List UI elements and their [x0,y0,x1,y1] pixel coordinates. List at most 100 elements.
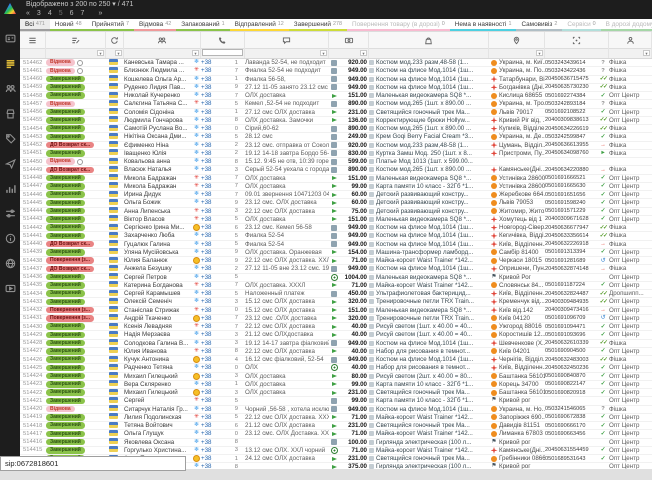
ttn-number[interactable]: 20400309484935 [545,299,597,305]
ttn-number[interactable]: 0501690904500 [545,348,597,354]
status-badge[interactable]: Завершений [46,447,85,454]
ttn-number[interactable]: 0501691666521 [545,175,597,181]
status-badge[interactable]: Завершений [46,109,85,116]
client-name[interactable]: Лилия Подолинская [124,414,192,421]
ttn-number[interactable]: 20450635730230 [545,84,597,90]
status-badge[interactable]: Завершений [46,290,85,297]
status-badge[interactable]: Завершений [46,175,85,182]
client-phone[interactable]: +38 [201,241,219,248]
status-badge[interactable]: Завершений [46,381,85,388]
col-region[interactable] [489,32,545,50]
client-phone[interactable]: +38 [201,142,219,149]
client-phone[interactable]: +38 [201,191,219,198]
client-phone[interactable]: +38 [201,216,219,223]
status-badge[interactable]: Відмова [46,68,75,75]
client-name[interactable]: Юлия Иванова [124,348,192,355]
tab-Нема в наявності[interactable]: Нема в наявності1 [450,19,517,31]
ttn-number[interactable]: 20400309838613 [545,117,597,123]
client-phone[interactable]: +38 [201,117,219,124]
client-phone[interactable]: +38 [201,175,219,182]
status-badge[interactable]: ДО Возврат ск... [46,167,94,174]
status-badge[interactable]: Завершений [46,76,85,83]
globe-icon[interactable] [0,251,20,276]
status-badge[interactable]: Повернення (з... [46,315,94,322]
client-phone[interactable]: +38 [201,208,219,215]
client-name[interactable]: Людмила Гончарова [124,117,192,124]
status-badge[interactable]: Завершений [46,249,85,256]
ttn-number[interactable]: 0501691665630 [545,183,597,189]
tab-Сервіси[interactable]: Сервіси0 [562,19,600,31]
status-badge[interactable]: Завершений [46,200,85,207]
ttn-number[interactable]: 20450634098760 [545,150,597,156]
client-phone[interactable]: +38 [201,274,219,281]
client-phone[interactable]: +38 [201,356,219,363]
client-name[interactable]: Сергей Петров [124,274,192,281]
col-status[interactable] [46,32,106,50]
status-badge[interactable]: Завершений [46,282,85,289]
source-filter-dropdown[interactable]: ▾ [643,50,650,56]
status-badge[interactable]: Завершений [46,299,85,306]
status-badge[interactable]: Повернення (з... [46,307,94,314]
ttn-number[interactable]: 20450636715475 [545,76,597,82]
ttn-number[interactable]: 0501691313394 [545,249,597,255]
client-name[interactable]: Віктор Власов [124,216,192,223]
send-icon[interactable] [0,151,20,176]
client-phone[interactable]: +38 [201,67,219,74]
client-name[interactable]: Власюк Наталья [124,166,192,173]
status-badge[interactable]: Завершений [46,365,85,372]
client-phone[interactable]: +38 [201,422,219,429]
client-name[interactable]: Гуцалюк Галина [124,241,192,248]
client-phone[interactable]: +38 [201,381,219,388]
client-name[interactable]: Вера Скляренко [124,381,192,388]
status-filter-dropdown[interactable]: ▾ [97,50,104,56]
ttn-number[interactable]: 0501691187224 [545,282,597,288]
ttn-number[interactable]: 0501692274384 [545,93,597,99]
status-badge[interactable]: ДО Возврат ск... [46,142,94,149]
ttn-number[interactable]: 20400309671628 [545,216,597,222]
client-name[interactable]: Катерина Богданова [124,282,192,289]
ttn-number[interactable]: 0503242893184 [545,101,597,107]
client-phone[interactable]: +38 [201,166,219,173]
status-badge[interactable]: Завершений [46,84,85,91]
tab-Новий[interactable]: Новий48 [50,19,87,31]
info-icon[interactable] [0,226,20,251]
client-name[interactable]: Андрій Ткаченко [124,315,192,322]
col-id[interactable] [20,32,46,50]
status-badge[interactable]: Завершений [46,431,85,438]
ttn-number[interactable]: 0503243422436 [545,68,597,74]
status-badge[interactable]: ДО Возврат ск... [46,266,94,273]
client-name[interactable]: Михаил Гилецький [124,389,192,396]
client-name[interactable]: Горгулько Христина... [124,447,192,454]
client-phone[interactable]: +38 [201,92,219,99]
client-phone[interactable]: +38 [201,455,219,462]
status-badge[interactable]: Відмова [46,101,75,108]
status-badge[interactable]: Відмова [46,59,75,66]
client-name[interactable]: Юлия Баланюк [124,257,192,264]
client-name[interactable]: Ксенія Левадняя [124,323,192,330]
status-badge[interactable]: ДО Возврат ск... [46,241,94,248]
ttn-number[interactable]: 0501690822147 [545,381,597,387]
client-name[interactable]: Близнюк Людмила ... [124,67,192,74]
status-badge[interactable]: Завершений [46,340,85,347]
client-phone[interactable]: +38 [201,389,219,396]
client-phone[interactable]: +38 [201,414,219,421]
ttn-number[interactable]: 0503241546065 [545,406,597,412]
col-price[interactable] [329,32,369,50]
col-flag[interactable] [106,32,124,50]
price-tag-icon[interactable] [0,126,20,151]
client-name[interactable]: Іващенко Юлія [124,150,192,157]
client-phone[interactable]: +38 [201,340,219,347]
first-page-button[interactable]: « [26,10,30,18]
client-phone[interactable]: +38 [201,282,219,289]
client-phone[interactable]: +38 [201,84,219,91]
ttn-number[interactable]: 20450632824487 [545,291,597,297]
orders-icon[interactable] [0,51,20,76]
ttn-number[interactable]: 0501691281689 [545,258,597,264]
ttn-number[interactable]: 20400309473416 [545,307,597,313]
tab-В дорозі додому[interactable]: В дорозі додому0 [601,19,652,31]
client-name[interactable]: Сергей Карамышев [124,290,192,297]
ttn-number[interactable]: 0501690663456 [545,431,597,437]
client-name[interactable]: Каневська Тамара ... [124,59,192,66]
col-client[interactable] [124,32,201,50]
client-name[interactable]: Соломія Сідоніна [124,109,192,116]
